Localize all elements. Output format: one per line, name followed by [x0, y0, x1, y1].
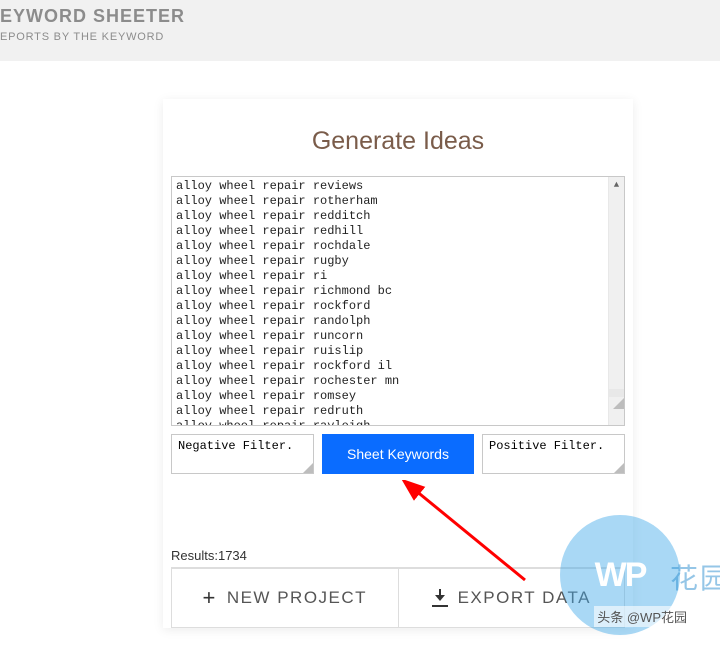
- new-project-button[interactable]: NEW PROJECT: [171, 568, 399, 628]
- keywords-textarea[interactable]: alloy wheel repair reviews alloy wheel r…: [171, 176, 625, 426]
- card-title: Generate Ideas: [163, 127, 633, 156]
- watermark-cn-text: 花园: [670, 557, 720, 597]
- watermark-logo-text: WP: [595, 556, 646, 595]
- watermark-tag: 头条 @WP花园: [594, 606, 690, 627]
- page-header: EYWORD SHEETER EPORTS BY THE KEYWORD: [0, 0, 720, 61]
- scroll-up-icon[interactable]: ▲: [609, 177, 624, 193]
- results-value: 1734: [218, 548, 247, 563]
- new-project-label: NEW PROJECT: [227, 588, 367, 608]
- bottom-actions: NEW PROJECT EXPORT DATA: [171, 567, 625, 628]
- filters-row: Negative Filter. Sheet Keywords Positive…: [163, 426, 633, 482]
- resize-grip-icon[interactable]: [609, 389, 625, 397]
- negative-filter-input[interactable]: Negative Filter.: [171, 434, 314, 474]
- generate-ideas-card: Generate Ideas alloy wheel repair review…: [163, 99, 633, 628]
- results-label: Results:: [171, 548, 218, 563]
- app-subtitle: EPORTS BY THE KEYWORD: [0, 31, 720, 43]
- positive-filter-input[interactable]: Positive Filter.: [482, 434, 625, 474]
- app-title: EYWORD SHEETER: [0, 6, 720, 27]
- scrollbar[interactable]: ▲: [608, 177, 624, 425]
- sheet-keywords-button[interactable]: Sheet Keywords: [322, 434, 474, 474]
- keywords-content: alloy wheel repair reviews alloy wheel r…: [172, 177, 624, 426]
- plus-icon: [202, 585, 216, 611]
- download-icon: [432, 589, 448, 607]
